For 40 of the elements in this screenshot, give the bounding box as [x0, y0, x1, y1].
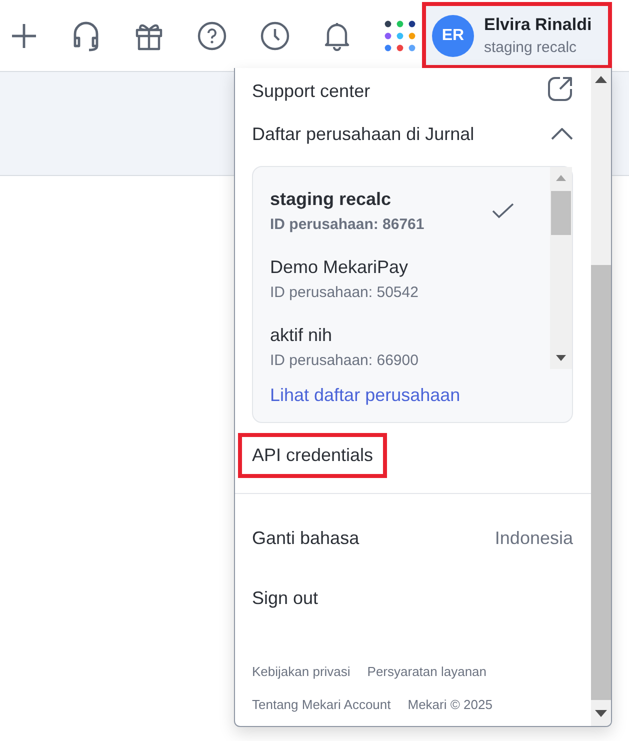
scroll-thumb[interactable]: [551, 191, 571, 235]
footer-link[interactable]: Mekari © 2025: [408, 697, 492, 712]
menu-item[interactable]: Ganti bahasa: [252, 528, 360, 548]
user-name: Elvira Rinaldi: [484, 15, 592, 35]
scroll-up-arrow-icon[interactable]: [595, 76, 607, 83]
check-icon: [492, 203, 514, 219]
company-name: staging recalc: [484, 39, 577, 56]
company-item[interactable]: aktif nih ID perusahaan: 66900: [270, 313, 550, 381]
company-id: ID perusahaan: 50542: [270, 284, 418, 301]
language-value: Indonesia: [494, 528, 573, 548]
menu-item[interactable]: Support center: [252, 81, 370, 102]
apps-icon[interactable]: [384, 20, 416, 52]
footer-link[interactable]: Kebijakan privasi: [252, 664, 350, 679]
help-icon[interactable]: [197, 20, 227, 50]
company-name: staging recalc: [270, 189, 392, 210]
external-link-icon[interactable]: [547, 76, 573, 102]
view-companies-link[interactable]: Lihat daftar perusahaan: [270, 385, 460, 406]
bell-icon[interactable]: [323, 20, 351, 50]
profile-button[interactable]: ER Elvira Rinaldi staging recalc: [422, 2, 612, 69]
scroll-down-arrow-icon[interactable]: [556, 355, 566, 361]
headset-icon[interactable]: [71, 20, 101, 52]
company-name: Demo MekariPay: [270, 257, 410, 278]
scroll-down-arrow-icon[interactable]: [595, 710, 607, 717]
company-id: ID perusahaan: 86761: [270, 216, 424, 233]
menu-item[interactable]: Sign out: [238, 576, 332, 620]
company-item[interactable]: Demo MekariPay ID perusahaan: 50542: [270, 245, 550, 313]
clock-icon[interactable]: [260, 20, 290, 50]
scrollbar[interactable]: [550, 167, 572, 369]
section-header[interactable]: Daftar perusahaan di Jurnal: [252, 124, 474, 144]
scroll-thumb[interactable]: [591, 265, 611, 700]
company-id: ID perusahaan: 66900: [270, 352, 418, 369]
company-name: aktif nih: [270, 325, 334, 346]
scrollbar[interactable]: [591, 68, 611, 726]
footer-link[interactable]: Tentang Mekari Account: [252, 697, 391, 712]
avatar: ER: [432, 14, 474, 56]
footer-link[interactable]: Persyaratan layanan: [367, 664, 487, 679]
company-item[interactable]: staging recalc ID perusahaan: 86761: [270, 177, 550, 245]
menu-item[interactable]: API credentials: [238, 432, 388, 478]
add-icon[interactable]: [10, 22, 38, 50]
chevron-icon[interactable]: [551, 128, 573, 140]
